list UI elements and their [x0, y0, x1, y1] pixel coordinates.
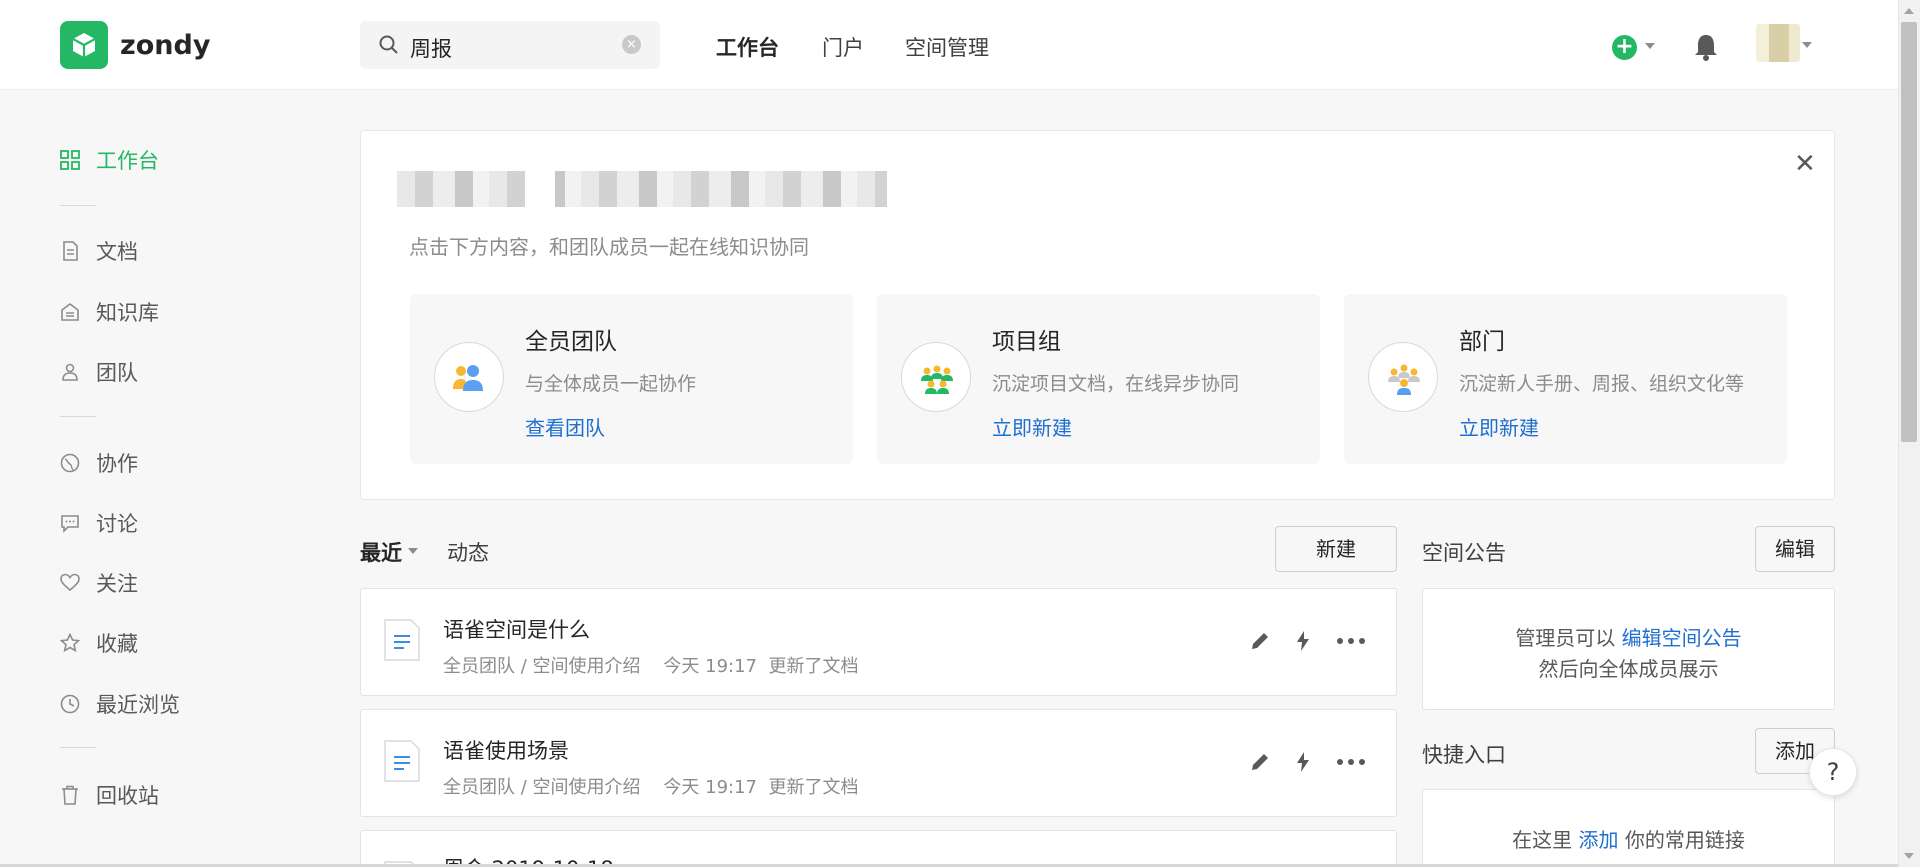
avatar[interactable]: [1756, 24, 1800, 62]
announcement-line2: 然后向全体成员展示: [1538, 657, 1719, 681]
announcement-line1: 管理员可以 编辑空间公告: [1423, 622, 1834, 651]
nav-workbench[interactable]: 工作台: [716, 32, 779, 62]
scrollbar-thumb[interactable]: [1901, 22, 1917, 442]
view-team-link[interactable]: 查看团队: [525, 412, 605, 441]
sidebar-item-label: 知识库: [96, 301, 159, 325]
edit-pencil-icon[interactable]: [1249, 630, 1271, 652]
lightning-icon[interactable]: [1295, 630, 1311, 652]
more-icon[interactable]: [1336, 758, 1366, 766]
search-input[interactable]: 周报: [410, 33, 452, 63]
tab-activity[interactable]: 动态: [447, 537, 489, 567]
card-project-group[interactable]: 项目组 沉淀项目文档，在线异步协同 立即新建: [877, 294, 1320, 464]
sidebar-item-label: 关注: [96, 572, 138, 596]
close-icon[interactable]: ✕: [1794, 149, 1816, 179]
doc-action: 更新了文档: [768, 777, 859, 798]
shortcuts-label: 快捷入口: [1422, 743, 1506, 767]
team-icon: [62, 363, 78, 381]
shortcuts-box: 在这里 添加 你的常用链接: [1422, 789, 1835, 867]
list-item[interactable]: 语雀空间是什么 全员团队 / 空间使用介绍 今天 19:17 更新了文档: [360, 588, 1397, 696]
nav-portal[interactable]: 门户: [822, 32, 864, 62]
card-desc: 与全体成员一起协作: [525, 373, 697, 395]
welcome-subtitle: 点击下方内容，和团队成员一起在线知识协同: [409, 235, 809, 259]
doc-time: 今天 19:17: [663, 777, 758, 798]
bell-icon[interactable]: [1693, 33, 1719, 61]
sidebar-item-label: 收藏: [96, 632, 138, 656]
sidebar-item-label: 回收站: [96, 784, 159, 808]
blurred-title: [397, 171, 887, 207]
heart-icon: [60, 573, 80, 592]
card-desc: 沉淀新人手册、周报、组织文化等: [1459, 373, 1745, 395]
sidebar-item-label: 讨论: [96, 512, 138, 536]
doc-action: 更新了文档: [768, 656, 859, 677]
document-icon: [63, 241, 78, 261]
chevron-down-icon[interactable]: [1645, 43, 1655, 49]
sidebar-divider: [60, 747, 96, 748]
lightning-icon[interactable]: [1295, 751, 1311, 773]
shortcuts-prefix: 在这里: [1512, 828, 1573, 852]
logo-icon[interactable]: [60, 21, 108, 69]
chevron-down-icon[interactable]: [408, 548, 418, 554]
scroll-up-arrow-icon[interactable]: [1904, 8, 1914, 14]
card-title: 全员团队: [525, 329, 617, 355]
create-project-link[interactable]: 立即新建: [992, 412, 1072, 441]
sidebar-divider: [60, 205, 96, 206]
doc-meta: 全员团队 / 空间使用介绍 今天 19:17 更新了文档: [443, 773, 858, 799]
scroll-down-arrow-icon[interactable]: [1904, 853, 1914, 859]
grid-icon: [60, 150, 80, 170]
tab-recent[interactable]: 最近: [360, 537, 402, 567]
top-header: zondy 周报 × 工作台 门户 空间管理 +: [0, 0, 1898, 90]
create-department-link[interactable]: 立即新建: [1459, 412, 1539, 441]
welcome-panel: 点击下方内容，和团队成员一起在线知识协同 ✕ 全员团队 与全体成员一起协作 查看…: [360, 130, 1835, 500]
sidebar-item-label: 团队: [96, 361, 138, 385]
doc-path[interactable]: 全员团队 / 空间使用介绍: [443, 777, 641, 798]
sidebar-divider: [60, 416, 96, 417]
edit-pencil-icon[interactable]: [1249, 751, 1271, 773]
edit-announcement-button[interactable]: 编辑: [1755, 526, 1835, 572]
help-button[interactable]: ?: [1809, 748, 1857, 796]
clear-icon[interactable]: ×: [622, 35, 641, 54]
doc-path[interactable]: 全员团队 / 空间使用介绍: [443, 656, 641, 677]
sidebar-item-label: 工作台: [96, 149, 159, 173]
doc-meta: 全员团队 / 空间使用介绍 今天 19:17 更新了文档: [443, 652, 858, 678]
clock-icon: [60, 694, 80, 714]
card-title: 部门: [1459, 329, 1505, 355]
chevron-down-icon[interactable]: [1802, 42, 1812, 48]
doc-time: 今天 19:17: [663, 656, 758, 677]
card-all-members[interactable]: 全员团队 与全体成员一起协作 查看团队: [410, 294, 853, 464]
shortcuts-text: 在这里 添加 你的常用链接: [1423, 824, 1834, 853]
sidebar-item-label: 文档: [96, 240, 138, 264]
card-department[interactable]: 部门 沉淀新人手册、周报、组织文化等 立即新建: [1344, 294, 1787, 464]
document-icon: [384, 619, 420, 661]
brand-name[interactable]: zondy: [120, 30, 210, 61]
project-group-icon: [901, 342, 971, 412]
globe-icon: [60, 453, 80, 473]
announcement-label: 空间公告: [1422, 541, 1506, 565]
new-button[interactable]: 新建: [1275, 526, 1397, 572]
list-item[interactable]: 周会 2019-10-18: [360, 830, 1397, 867]
edit-announcement-link[interactable]: 编辑空间公告: [1622, 626, 1742, 650]
doc-title[interactable]: 语雀使用场景: [443, 735, 569, 765]
sidebar-item-label: 最近浏览: [96, 693, 180, 717]
trash-icon: [62, 785, 78, 805]
list-item[interactable]: 语雀使用场景 全员团队 / 空间使用介绍 今天 19:17 更新了文档: [360, 709, 1397, 817]
announcement-prefix: 管理员可以: [1515, 626, 1616, 650]
search-box[interactable]: 周报 ×: [360, 21, 660, 69]
document-icon: [384, 740, 420, 782]
shortcuts-suffix: 你的常用链接: [1624, 828, 1745, 852]
sidebar-item-label: 协作: [96, 452, 138, 476]
add-shortcut-link[interactable]: 添加: [1579, 828, 1619, 852]
comment-icon: [61, 515, 79, 533]
card-desc: 沉淀项目文档，在线异步协同: [992, 373, 1240, 395]
more-icon[interactable]: [1336, 637, 1366, 645]
search-icon: [379, 35, 398, 54]
announcement-box: 管理员可以 编辑空间公告 然后向全体成员展示: [1422, 588, 1835, 710]
nav-space-management[interactable]: 空间管理: [905, 32, 989, 62]
card-title: 项目组: [992, 329, 1061, 355]
department-icon: [1368, 342, 1438, 412]
star-icon: [60, 633, 80, 653]
library-icon: [61, 303, 79, 321]
doc-title[interactable]: 语雀空间是什么: [443, 614, 590, 644]
create-plus-icon[interactable]: +: [1612, 35, 1637, 60]
all-members-icon: [434, 342, 504, 412]
